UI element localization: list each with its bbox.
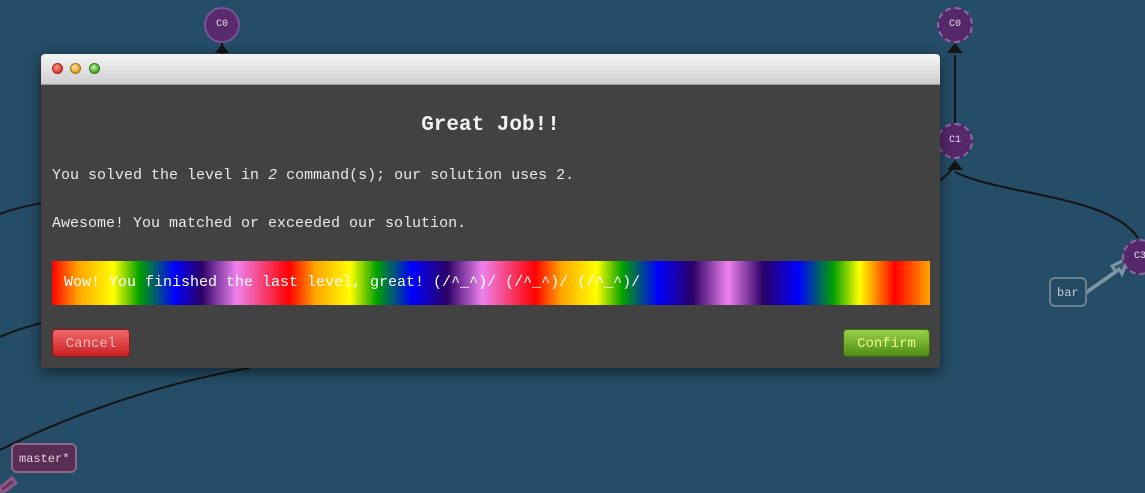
window-titlebar <box>41 54 940 85</box>
command-count: 2 <box>268 167 278 184</box>
branch-label-master[interactable]: master* <box>11 443 78 473</box>
commit-node-c0[interactable]: C0 <box>204 7 240 43</box>
cancel-button[interactable]: Cancel <box>52 329 130 357</box>
rainbow-banner-text: Wow! You finished the last level, great!… <box>64 274 641 291</box>
master-branch-arrow <box>0 475 19 493</box>
solution-quality-message: Awesome! You matched or exceeded our sol… <box>52 215 467 232</box>
arrowhead <box>947 43 963 53</box>
level-complete-dialog: Great Job!! You solved the level in 2 co… <box>41 54 940 368</box>
solution-count-message: You solved the level in 2 command(s); ou… <box>52 167 574 184</box>
bar-branch-arrow <box>1084 254 1131 295</box>
branch-label-bar[interactable]: bar <box>1049 277 1087 307</box>
commit-node-c0-goal[interactable]: C0 <box>937 7 973 43</box>
rainbow-banner: Wow! You finished the last level, great!… <box>52 261 930 305</box>
commit-node-c1-goal[interactable]: C1 <box>937 123 973 159</box>
arrowhead <box>947 160 963 170</box>
zoom-window-icon[interactable] <box>89 63 100 74</box>
close-window-icon[interactable] <box>52 63 63 74</box>
graph-edge <box>0 322 42 338</box>
graph-edge <box>0 202 42 215</box>
dialog-title: Great Job!! <box>421 114 560 137</box>
message-prefix: You solved the level in <box>52 167 269 184</box>
minimize-window-icon[interactable] <box>70 63 81 74</box>
confirm-button[interactable]: Confirm <box>843 329 930 357</box>
graph-edge <box>0 367 251 451</box>
message-suffix: command(s); our solution uses 2. <box>277 167 575 184</box>
graph-edge <box>954 171 1139 239</box>
arrowhead <box>215 44 229 53</box>
